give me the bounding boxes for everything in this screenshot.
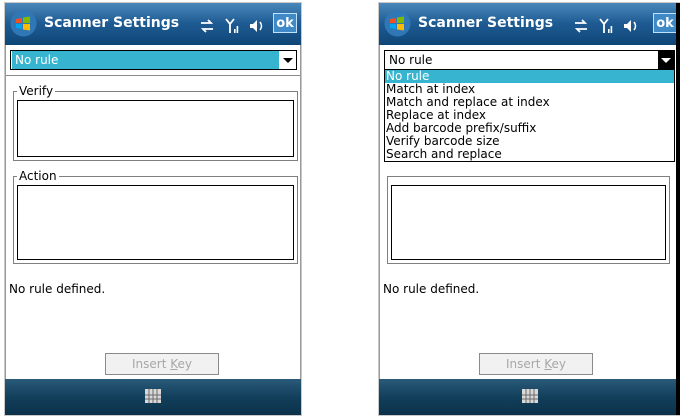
bottom-menu-bar — [379, 379, 680, 415]
title-bar: Scanner Settings ok — [5, 3, 301, 45]
windows-start-icon[interactable] — [384, 10, 411, 37]
combo-selected-value: No rule — [12, 51, 279, 69]
status-icons — [199, 15, 270, 34]
dropdown-arrow-icon[interactable] — [280, 51, 296, 69]
action-box[interactable] — [391, 185, 666, 260]
insert-key-text: Insert — [506, 357, 545, 371]
insert-key-accelerator: K — [544, 357, 552, 371]
window-title: Scanner Settings — [44, 15, 180, 31]
ok-button[interactable]: ok — [273, 13, 297, 33]
insert-key-accelerator: K — [170, 357, 178, 371]
sync-icon[interactable] — [199, 18, 215, 33]
action-group: Action — [13, 169, 298, 264]
verify-box[interactable] — [17, 100, 294, 157]
rule-combobox[interactable]: No rule — [10, 50, 297, 70]
verify-label: Verify — [17, 84, 56, 98]
insert-key-rest: ey — [177, 357, 192, 371]
right-device-screen: Scanner Settings ok No rule No rule defi… — [379, 3, 680, 415]
left-device-screen: Scanner Settings ok No rule Verify Actio… — [5, 3, 301, 415]
insert-key-text: Insert — [132, 357, 171, 371]
volume-icon[interactable] — [249, 19, 265, 33]
volume-icon[interactable] — [623, 19, 639, 33]
windows-start-icon[interactable] — [10, 10, 37, 37]
insert-key-rest: ey — [551, 357, 566, 371]
signal-icon[interactable] — [599, 17, 613, 34]
sync-icon[interactable] — [573, 18, 589, 33]
action-label: Action — [17, 169, 59, 183]
window-title: Scanner Settings — [418, 15, 554, 31]
separator — [6, 75, 300, 76]
soft-keyboard-icon[interactable] — [144, 387, 162, 405]
insert-key-button[interactable]: Insert Key — [105, 353, 219, 375]
status-message: No rule defined. — [383, 282, 480, 296]
screen-edge — [676, 3, 680, 415]
verify-group: Verify — [13, 84, 298, 161]
status-message: No rule defined. — [9, 282, 106, 296]
rule-combobox[interactable]: No rule — [384, 50, 675, 70]
combo-selected-value: No rule — [389, 53, 433, 67]
action-box[interactable] — [17, 185, 294, 260]
bottom-menu-bar — [5, 379, 301, 415]
ok-button[interactable]: ok — [653, 13, 677, 33]
settings-content: No rule No rule defined. Insert Key No r… — [379, 45, 680, 379]
title-bar: Scanner Settings ok — [379, 3, 680, 45]
status-icons — [573, 15, 644, 34]
action-group — [387, 176, 670, 264]
dropdown-arrow-icon[interactable] — [658, 51, 674, 69]
dropdown-option[interactable]: Search and replace — [385, 148, 674, 161]
rule-dropdown-list: No rule Match at index Match and replace… — [384, 69, 675, 162]
signal-icon[interactable] — [225, 17, 239, 34]
insert-key-button[interactable]: Insert Key — [479, 353, 593, 375]
settings-content: No rule Verify Action No rule defined. I… — [5, 45, 301, 379]
soft-keyboard-icon[interactable] — [521, 387, 539, 405]
